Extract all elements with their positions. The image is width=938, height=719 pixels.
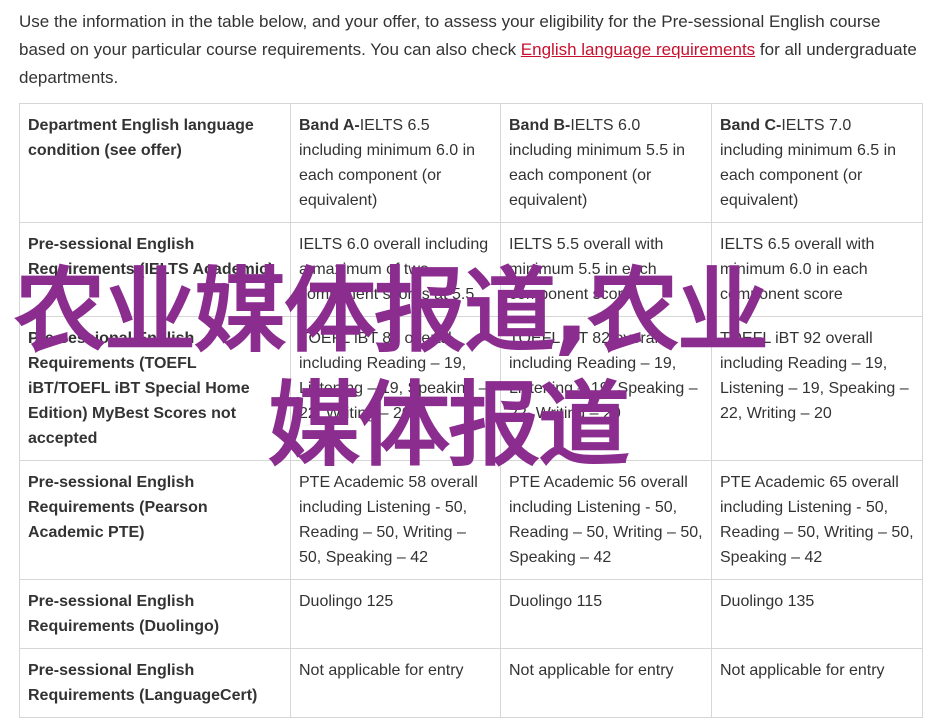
table-row-label: Pre-sessional English Requirements (Lang… [19,648,291,718]
table-row: Pre-sessional English Requirements (Duol… [19,579,923,649]
table-row-label: Pre-sessional English Requirements (IELT… [19,222,291,317]
table-row-label: Pre-sessional English Requirements (Duol… [19,579,291,649]
table-row: Pre-sessional English Requirements (IELT… [19,222,923,317]
table-cell: Duolingo 125 [290,579,501,649]
table-row-label: Department English language condition (s… [19,103,291,223]
table-row: Pre-sessional English Requirements (Lang… [19,648,923,718]
requirements-table: Department English language condition (s… [19,103,923,718]
table-cell: PTE Academic 56 overall including Listen… [500,460,712,580]
band-name: Band C- [720,117,782,134]
page: Use the information in the table below, … [0,0,938,719]
band-c-cell: Band C-IELTS 7.0 including minimum 6.5 i… [711,103,923,223]
table-row: Department English language condition (s… [19,103,923,223]
table-cell: Not applicable for entry [290,648,501,718]
table-row-label: Pre-sessional English Requirements (TOEF… [19,316,291,461]
table-cell: PTE Academic 65 overall including Listen… [711,460,923,580]
table-cell: Not applicable for entry [500,648,712,718]
table-row: Pre-sessional English Requirements (Pear… [19,460,923,580]
intro-paragraph: Use the information in the table below, … [19,8,924,92]
band-a-cell: Band A-IELTS 6.5 including minimum 6.0 i… [290,103,501,223]
table-cell: Duolingo 115 [500,579,712,649]
band-name: Band B- [509,117,571,134]
table-cell: TOEFL iBT 82 overall including Reading –… [500,316,712,461]
table-row: Pre-sessional English Requirements (TOEF… [19,316,923,461]
table-cell: IELTS 6.5 overall with minimum 6.0 in ea… [711,222,923,317]
english-language-requirements-link[interactable]: English language requirements [521,40,755,59]
table-cell: TOEFL iBT 82 overall including Reading –… [290,316,501,461]
table-cell: TOEFL iBT 92 overall including Reading –… [711,316,923,461]
band-b-cell: Band B-IELTS 6.0 including minimum 5.5 i… [500,103,712,223]
table-cell: Not applicable for entry [711,648,923,718]
band-name: Band A- [299,117,360,134]
table-row-label: Pre-sessional English Requirements (Pear… [19,460,291,580]
table-cell: PTE Academic 58 overall including Listen… [290,460,501,580]
table-cell: IELTS 6.0 overall including a maximum of… [290,222,501,317]
table-cell: IELTS 5.5 overall with minimum 5.5 in ea… [500,222,712,317]
table-cell: Duolingo 135 [711,579,923,649]
